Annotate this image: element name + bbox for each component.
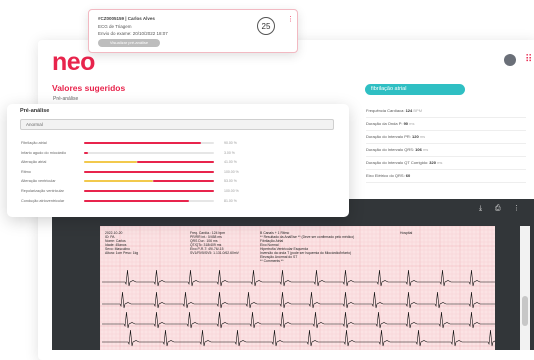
measure-row: Duração do Intervalo QRS: 106 ms [366,144,526,157]
view-pre-analysis-button[interactable]: Visualizar pré-análise [98,39,160,47]
bar-label: Ritmo [21,169,31,174]
ecg-header-left-line: Altura: 1cm Peso: 1kg [105,251,138,255]
measure-unit: BPM [412,108,423,113]
measure-value: 60 [405,173,411,178]
exam-sent-date: Envio do exame: 20/10/2022 18:07 [98,31,168,36]
pre-analysis-result-field[interactable]: Anormal [20,119,334,130]
bar-track [84,180,214,183]
bar-label: Fibrilação atrial [21,141,47,145]
ecg-header-right-line: ** Comments ** [260,259,284,263]
bar-percent: 90.00 % [224,141,237,145]
bar-track [84,142,214,144]
bar-label: Repolarização ventricular [21,189,64,193]
neo-logo: neo [52,48,95,76]
print-icon[interactable]: ⎙ [495,204,501,213]
bar-percent: 100.00 % [224,189,239,193]
more-icon[interactable]: ⋮ [513,204,520,212]
bar-track [84,161,214,164]
pre-analysis-bar-row: Condução atrioventricular 81.00 % [21,197,329,205]
bar-fill [84,161,138,164]
measure-unit: ms [435,160,443,165]
measure-value: 320 [429,160,436,165]
measure-row: Frequência Cardíaca: 124 BPM [366,105,526,118]
pre-analysis-bar-row: Alteração ventricular 53.00 % [21,177,329,185]
measure-row: Duração da Onda P: 90 ms [366,118,526,131]
bar-percent: 81.00 % [224,198,237,203]
suggested-values-title: Valores sugeridos [52,83,126,93]
card-menu-icon[interactable]: ⋮ [287,15,294,23]
bar-label: Alteração atrial [21,160,47,165]
measure-row: Duração do Intervalo PR: 120 ms [366,131,526,144]
pre-analysis-bar-row: Fibrilação atrial 90.00 % [21,139,329,147]
bar-label: Condução atrioventricular [21,198,65,203]
bar-fill [84,142,201,144]
scrollbar-thumb[interactable] [522,296,528,326]
measure-row: Duração do Intervalo QT Corrigido: 320 m… [366,157,526,170]
ecg-trace: 2022-10-20ID: PANome: CarlosIdade: 45ano… [100,226,495,350]
ecg-header-mid-line: SV1/RV5/SV5: 1.131.0/62.60mV [190,251,240,255]
pre-analysis-bar-row: Ritmo 100.00 % [21,168,329,176]
measure-label: Duração da Onda P: [366,121,404,126]
exam-type: ECG de Triagem [98,24,132,29]
measure-value: 106 [415,147,422,152]
scrollbar[interactable] [520,226,530,350]
bar-track [84,151,214,154]
bar-track [84,170,214,173]
apps-grid-icon[interactable]: ⠿ [525,54,534,66]
bar-track [84,199,214,202]
measure-label: Eixo Elétrico do QRS: [366,173,406,178]
measure-unit: ms [418,134,426,139]
ecg-hospital-label: Hospital [400,231,412,235]
diagnosis-pill[interactable]: fibrilação atrial [365,84,465,95]
measure-label: Duração do Intervalo QRS: [366,147,416,152]
bar-label: Alteração ventricular [21,179,56,184]
measure-label: Duração do Intervalo QT Corrigido: [366,160,430,165]
pre-analysis-bar-row: Alteração atrial 41.00 % [21,158,329,166]
pre-analysis-label: Pré-análise [53,96,79,102]
bar-label: Infarto agudo do miocárdio [21,150,67,155]
exam-id-patient: #CZ0005159 | Carlos Alves [98,16,155,21]
bar-fill [84,190,214,192]
measure-row: Eixo Elétrico do QRS: 60 [366,170,526,183]
download-icon[interactable]: ⤓ [479,204,482,213]
measure-unit: ms [408,121,415,126]
bar-fill [84,170,214,173]
measure-unit: ms [421,147,429,152]
bar-percent: 100.00 % [224,169,239,174]
measure-value: 120 [412,134,419,139]
pre-analysis-bar-row: Repolarização ventricular 100.00 % [21,187,329,195]
bar-track [84,190,214,192]
bar-percent: 41.00 % [224,160,237,165]
pre-analysis-bar-row: Infarto agudo do miocárdio 3.00 % [21,149,329,157]
bar-fill-rest [137,161,214,164]
bar-fill [84,180,153,183]
bar-percent: 3.00 % [224,150,235,155]
page: neo ⠿ Valores sugeridos Pré-análise fibr… [0,0,534,360]
bar-percent: 53.00 % [224,179,237,184]
pre-analysis-title: Pré-análise [20,108,50,114]
measures-list: Frequência Cardíaca: 124 BPM Duração da O… [366,105,526,183]
bar-fill-rest [152,180,214,183]
measure-label: Frequência Cardíaca: [366,108,406,113]
user-avatar-icon[interactable] [504,54,516,66]
timer-counter: 25 [257,17,275,35]
bar-fill [84,199,190,202]
measure-label: Duração do Intervalo PR: [366,134,413,139]
bar-fill [84,151,88,154]
